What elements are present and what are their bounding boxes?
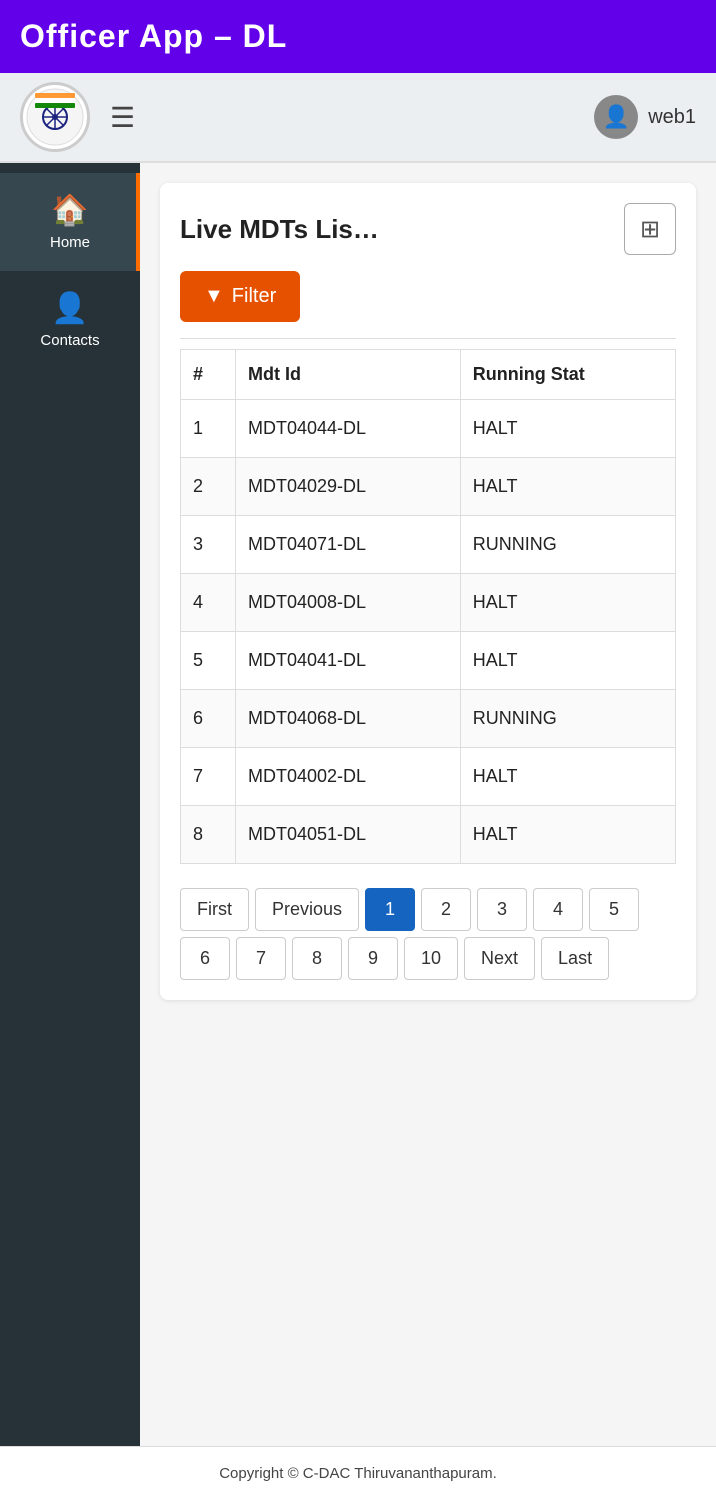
- table-row[interactable]: 3 MDT04071-DL RUNNING: [181, 516, 676, 574]
- grid-icon: ⊞: [640, 215, 660, 244]
- footer-text: Copyright © C-DAC Thiruvananthapuram.: [219, 1465, 497, 1482]
- page-button-4[interactable]: 4: [533, 888, 583, 931]
- col-mdt-id: Mdt Id: [236, 350, 461, 400]
- row-status: HALT: [460, 458, 675, 516]
- row-status: HALT: [460, 748, 675, 806]
- row-mdt-id: MDT04068-DL: [236, 690, 461, 748]
- mdt-table: # Mdt Id Running Stat 1 MDT04044-DL HALT…: [180, 349, 676, 864]
- row-mdt-id: MDT04008-DL: [236, 574, 461, 632]
- table-row[interactable]: 7 MDT04002-DL HALT: [181, 748, 676, 806]
- row-num: 2: [181, 458, 236, 516]
- page-button-10[interactable]: 10: [404, 937, 458, 980]
- page-button-3[interactable]: 3: [477, 888, 527, 931]
- row-num: 5: [181, 632, 236, 690]
- row-status: HALT: [460, 806, 675, 864]
- col-running-status: Running Stat: [460, 350, 675, 400]
- content-area: Live MDTs Lis… ⊞ ▼ Filter # Mdt Id Runni…: [140, 163, 716, 1446]
- sidebar: 🏠 Home 👤 Contacts: [0, 163, 140, 1446]
- user-avatar: 👤: [594, 95, 638, 139]
- pagination: FirstPrevious12345 678910NextLast: [180, 888, 676, 980]
- page-button-7[interactable]: 7: [236, 937, 286, 980]
- row-mdt-id: MDT04041-DL: [236, 632, 461, 690]
- table-row[interactable]: 8 MDT04051-DL HALT: [181, 806, 676, 864]
- page-button-previous[interactable]: Previous: [255, 888, 359, 931]
- app-logo: [20, 82, 90, 152]
- table-row[interactable]: 4 MDT04008-DL HALT: [181, 574, 676, 632]
- table-row[interactable]: 1 MDT04044-DL HALT: [181, 400, 676, 458]
- row-mdt-id: MDT04051-DL: [236, 806, 461, 864]
- page-button-8[interactable]: 8: [292, 937, 342, 980]
- card-title: Live MDTs Lis…: [180, 214, 379, 245]
- main-card: Live MDTs Lis… ⊞ ▼ Filter # Mdt Id Runni…: [160, 183, 696, 1000]
- row-num: 1: [181, 400, 236, 458]
- page-button-6[interactable]: 6: [180, 937, 230, 980]
- row-mdt-id: MDT04002-DL: [236, 748, 461, 806]
- divider: [180, 338, 676, 339]
- hamburger-menu[interactable]: ☰: [110, 101, 135, 134]
- row-status: HALT: [460, 574, 675, 632]
- sidebar-label-home: Home: [50, 234, 90, 251]
- table-row[interactable]: 6 MDT04068-DL RUNNING: [181, 690, 676, 748]
- home-icon: 🏠: [51, 193, 88, 228]
- row-num: 8: [181, 806, 236, 864]
- col-number: #: [181, 350, 236, 400]
- card-header: Live MDTs Lis… ⊞: [180, 203, 676, 255]
- sidebar-label-contacts: Contacts: [40, 332, 99, 349]
- row-num: 7: [181, 748, 236, 806]
- grid-view-button[interactable]: ⊞: [624, 203, 676, 255]
- username-label: web1: [648, 106, 696, 129]
- row-mdt-id: MDT04029-DL: [236, 458, 461, 516]
- page-button-next[interactable]: Next: [464, 937, 535, 980]
- app-title: Officer App – DL: [20, 18, 287, 54]
- table-row[interactable]: 5 MDT04041-DL HALT: [181, 632, 676, 690]
- filter-label: Filter: [232, 285, 276, 308]
- footer: Copyright © C-DAC Thiruvananthapuram.: [0, 1446, 716, 1500]
- nav-bar: ☰ 👤 web1: [0, 73, 716, 163]
- row-status: RUNNING: [460, 516, 675, 574]
- row-status: HALT: [460, 632, 675, 690]
- page-button-1[interactable]: 1: [365, 888, 415, 931]
- page-button-9[interactable]: 9: [348, 937, 398, 980]
- row-num: 4: [181, 574, 236, 632]
- page-button-2[interactable]: 2: [421, 888, 471, 931]
- nav-user: 👤 web1: [594, 95, 696, 139]
- row-mdt-id: MDT04071-DL: [236, 516, 461, 574]
- main-layout: 🏠 Home 👤 Contacts Live MDTs Lis… ⊞ ▼ Fil…: [0, 163, 716, 1446]
- filter-icon: ▼: [204, 285, 224, 308]
- row-mdt-id: MDT04044-DL: [236, 400, 461, 458]
- page-button-last[interactable]: Last: [541, 937, 609, 980]
- row-num: 6: [181, 690, 236, 748]
- app-header: Officer App – DL: [0, 0, 716, 73]
- filter-button[interactable]: ▼ Filter: [180, 271, 300, 322]
- page-button-5[interactable]: 5: [589, 888, 639, 931]
- sidebar-item-contacts[interactable]: 👤 Contacts: [0, 271, 140, 369]
- row-status: RUNNING: [460, 690, 675, 748]
- contacts-icon: 👤: [51, 291, 88, 326]
- row-num: 3: [181, 516, 236, 574]
- table-header-row: # Mdt Id Running Stat: [181, 350, 676, 400]
- sidebar-item-home[interactable]: 🏠 Home: [0, 173, 140, 271]
- row-status: HALT: [460, 400, 675, 458]
- table-row[interactable]: 2 MDT04029-DL HALT: [181, 458, 676, 516]
- page-button-first[interactable]: First: [180, 888, 249, 931]
